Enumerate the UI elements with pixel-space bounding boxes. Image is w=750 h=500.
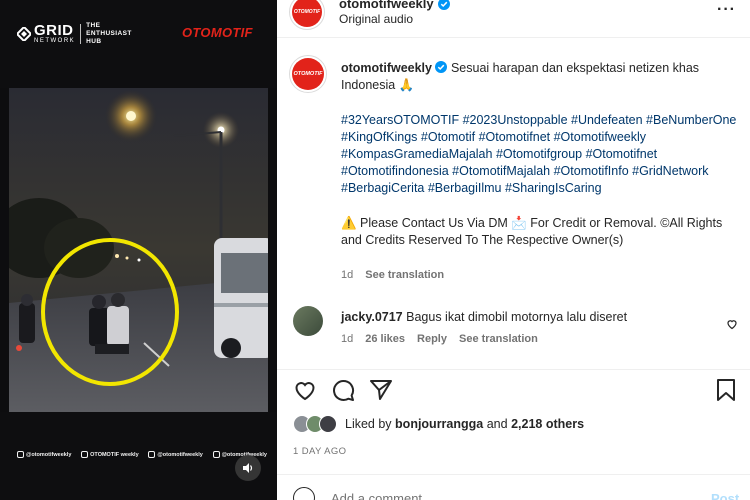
video-top-banner: GRID NETWORK THE ENTHUSIAST HUB OTOMOTIF [0, 0, 277, 88]
author-avatar[interactable]: OTOMOTIF [289, 0, 325, 30]
caption-avatar[interactable]: OTOMOTIF [289, 55, 327, 93]
caption-hashtags[interactable]: #32YearsOTOMOTIF #2023Unstoppable #Undef… [341, 112, 741, 197]
like-button[interactable] [293, 378, 317, 407]
likes-summary: Liked by bonjourrangga and 2,218 others [293, 415, 584, 433]
twitter-icon [148, 451, 156, 458]
speaker-icon [243, 463, 253, 473]
social-handles: @otomotifweekly OTOMOTIF weekly @otomoti… [17, 451, 267, 458]
likes-user[interactable]: bonjourrangga [395, 417, 483, 431]
social-instagram: @otomotifweekly [17, 451, 71, 458]
social-facebook: OTOMOTIF weekly [81, 451, 139, 458]
post-date[interactable]: 1 DAY AGO [293, 446, 346, 457]
grid-logo-sub: NETWORK [34, 37, 76, 44]
comment-text: Bagus ikat dimobil motornya lalu diseret [406, 310, 628, 324]
night-road-scene [9, 88, 268, 412]
send-icon [370, 380, 392, 400]
post-header: OTOMOTIF otomotifweekly Original audio ·… [277, 0, 750, 38]
more-options-button[interactable]: ··· [717, 2, 736, 18]
audio-label[interactable]: Original audio [339, 12, 413, 26]
comment-button[interactable] [331, 378, 355, 407]
caption-credit: ⚠️ Please Contact Us Via DM 📩 For Credit… [341, 216, 723, 247]
grid-network-logo: GRID NETWORK THE ENTHUSIAST HUB [17, 22, 132, 46]
more-horizontal-icon: ··· [717, 1, 736, 18]
comment-reply[interactable]: Reply [417, 333, 447, 345]
action-bar [277, 369, 750, 409]
comment-icon [333, 379, 355, 401]
logo-divider [80, 24, 82, 44]
post-details-panel: OTOMOTIF otomotifweekly Original audio ·… [277, 0, 750, 500]
tagline-line-3: HUB [86, 38, 102, 45]
share-button[interactable] [369, 378, 393, 407]
tiktok-icon [212, 451, 220, 458]
reel-video-player[interactable]: GRID NETWORK THE ENTHUSIAST HUB OTOMOTIF [0, 0, 277, 500]
verified-badge-icon [437, 0, 450, 10]
social-handle: OTOMOTIF weekly [90, 451, 139, 458]
otomotif-logo: OTOMOTIF [182, 25, 253, 40]
post-button[interactable]: Post [711, 491, 739, 500]
comment-likes[interactable]: 26 likes [365, 333, 405, 345]
social-handle: @otomotifweekly [26, 451, 72, 458]
bookmark-icon [717, 379, 735, 401]
liker-avatars [293, 415, 337, 433]
comment-body: jacky.0717 Bagus ikat dimobil motornya l… [341, 310, 627, 324]
liker-avatar[interactable] [319, 415, 337, 433]
social-twitter: @otomotifweekly [148, 451, 203, 458]
likes-others[interactable]: 2,218 others [511, 417, 584, 431]
grid-diamond-icon [17, 27, 31, 41]
verified-badge-icon [435, 61, 448, 73]
emoji-icon[interactable] [293, 487, 315, 500]
avatar-badge: OTOMOTIF [292, 58, 324, 90]
author-username[interactable]: otomotifweekly [339, 0, 434, 11]
avatar-badge: OTOMOTIF [292, 0, 322, 27]
comment-see-translation[interactable]: See translation [459, 333, 538, 345]
tagline-line-2: ENTHUSIAST [86, 30, 132, 37]
likes-suffix: and [486, 417, 508, 431]
author-username-row[interactable]: otomotifweekly [339, 0, 450, 11]
caption-meta: 1d See translation [341, 269, 444, 281]
save-button[interactable] [715, 378, 737, 407]
comment-avatar[interactable] [293, 306, 323, 336]
social-handle: @otomotifweekly [157, 451, 203, 458]
comment-input[interactable]: Add a comment… [331, 491, 435, 500]
caption-username[interactable]: otomotifweekly [341, 61, 432, 75]
comment-item: jacky.0717 Bagus ikat dimobil motornya l… [277, 301, 750, 353]
add-comment-bar: Add a comment… Post [277, 474, 750, 500]
grid-logo-word: GRID [34, 21, 74, 39]
heart-icon [727, 320, 737, 330]
comment-meta: 1d 26 likes Reply See translation [341, 333, 538, 345]
caption-body: otomotifweekly Sesuai harapan dan ekspek… [341, 60, 741, 249]
mute-button[interactable] [235, 455, 261, 481]
caption-see-translation[interactable]: See translation [365, 269, 444, 281]
instagram-icon [17, 451, 24, 458]
comment-time[interactable]: 1d [341, 333, 353, 345]
tagline-line-1: THE [86, 22, 101, 29]
video-frame[interactable] [9, 88, 268, 412]
heart-icon [295, 382, 315, 401]
caption-time[interactable]: 1d [341, 269, 353, 281]
comment-like-button[interactable] [726, 317, 738, 335]
likes-prefix: Liked by [345, 417, 392, 431]
facebook-icon [81, 451, 89, 458]
comment-username[interactable]: jacky.0717 [341, 310, 403, 324]
